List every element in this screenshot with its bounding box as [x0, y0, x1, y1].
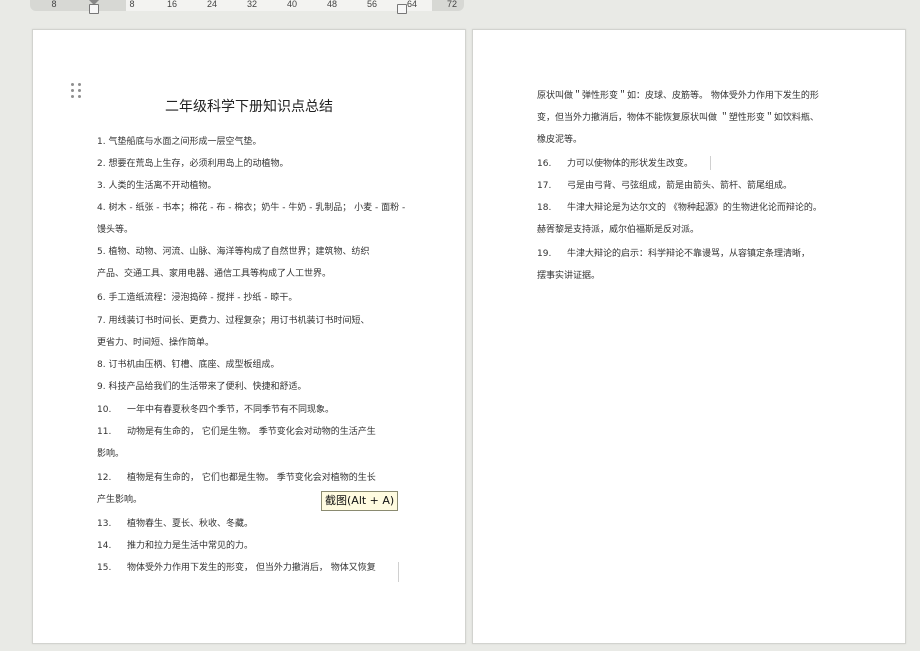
left-indent-marker[interactable] — [89, 4, 99, 14]
list-item: 11. 动物是有生命的， 它们是生物。 季节变化会对动物的生活产生 — [97, 427, 376, 437]
page-title: 二年级科学下册知识点总结 — [165, 99, 333, 115]
list-item: 2. 想要在荒岛上生存，必须利用岛上的动植物。 — [97, 159, 289, 169]
list-item: 18. 牛津大辩论是为达尔文的 《物种起源》的生物进化论而辩论的。 — [537, 203, 822, 213]
list-item: 10. 一年中有春夏秋冬四个季节，不同季节有不同现象。 — [97, 405, 335, 415]
paragraph-line: 赫胥黎是支持派，威尔伯福斯是反对派。 — [537, 225, 700, 235]
ruler-tick-label: 48 — [326, 0, 338, 9]
ruler-tick-label: 8 — [51, 0, 57, 9]
ruler-tick-label: 72 — [446, 0, 458, 9]
document-page-1[interactable]: 二年级科学下册知识点总结 1. 气垫船底与水面之间形成一层空气垫。 2. 想要在… — [32, 29, 466, 644]
list-item: 15. 物体受外力作用下发生的形变， 但当外力撤消后， 物体又恢复 — [97, 563, 376, 573]
list-item: 12. 植物是有生命的， 它们也都是生物。 季节变化会对植物的生长 — [97, 473, 376, 483]
ruler-tick-label: 24 — [206, 0, 218, 9]
ruler-tick-label: 56 — [366, 0, 378, 9]
horizontal-ruler[interactable]: 8 8 16 24 32 40 48 56 64 72 — [30, 0, 464, 14]
screenshot-tooltip: 截图(Alt + A) — [321, 491, 399, 511]
ruler-tick-label: 40 — [286, 0, 298, 9]
ruler-tick-label: 64 — [406, 0, 418, 9]
paragraph-line: 变，但当外力撤消后，物体不能恢复原状叫做 ＂塑性形变＂如饮料瓶、 — [537, 113, 819, 123]
list-item-continuation: 馒头等。 — [97, 225, 134, 235]
list-item-continuation: 更省力、时间短、操作简单。 — [97, 338, 215, 348]
paragraph-line: 橡皮泥等。 — [537, 135, 583, 145]
list-item: 5. 植物、动物、河流、山脉、海洋等构成了自然世界；建筑物、纺织 — [97, 247, 370, 257]
list-item: 17. 弓是由弓背、弓弦组成，箭是由箭头、箭杆、箭尾组成。 — [537, 181, 793, 191]
text-cursor — [398, 562, 399, 582]
paragraph-line: 原状叫做＂弹性形变＂如：皮球、皮筋等。 物体受外力作用下发生的形 — [537, 91, 819, 101]
list-item: 9. 科技产品给我们的生活带来了便利、快捷和舒适。 — [97, 382, 307, 392]
list-item: 13. 植物春生、夏长、秋收、冬藏。 — [97, 519, 254, 529]
ruler-tick-label: 8 — [129, 0, 135, 9]
list-item: 16. 力可以使物体的形状发生改变。 — [537, 159, 694, 169]
list-item-continuation: 影响。 — [97, 449, 125, 459]
document-page-2[interactable]: 原状叫做＂弹性形变＂如：皮球、皮筋等。 物体受外力作用下发生的形 变，但当外力撤… — [472, 29, 906, 644]
list-item-continuation: 产生影响。 — [97, 495, 143, 505]
right-indent-marker[interactable] — [397, 4, 407, 14]
list-item: 4. 树木 - 纸张 - 书本；棉花 - 布 - 棉衣；奶牛 - 牛奶 - 乳制… — [97, 203, 406, 213]
list-item-continuation: 产品、交通工具、家用电器、通信工具等构成了人工世界。 — [97, 269, 332, 279]
text-cursor — [710, 156, 711, 170]
list-item: 8. 订书机由压柄、钉槽、底座、成型板组成。 — [97, 360, 280, 370]
list-item: 6. 手工造纸流程：浸泡捣碎 - 搅拌 - 抄纸 - 晾干。 — [97, 293, 298, 303]
ruler-tick-label: 32 — [246, 0, 258, 9]
list-item: 14. 推力和拉力是生活中常见的力。 — [97, 541, 254, 551]
paragraph-line: 摆事实讲证据。 — [537, 271, 601, 281]
list-item: 3. 人类的生活离不开动植物。 — [97, 181, 217, 191]
list-item: 1. 气垫船底与水面之间形成一层空气垫。 — [97, 137, 262, 147]
list-item: 7. 用线装订书时间长、更费力、过程复杂；用订书机装订书时间短、 — [97, 316, 370, 326]
list-item: 19. 牛津大辩论的启示：科学辩论不靠谩骂，从容镇定条理清晰， — [537, 249, 811, 259]
ruler-tick-label: 16 — [166, 0, 178, 9]
